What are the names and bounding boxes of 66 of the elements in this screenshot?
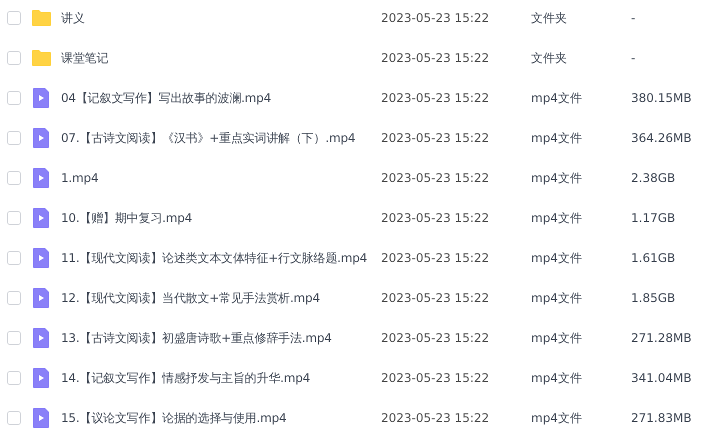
modified-date: 2023-05-23 15:22 — [381, 210, 490, 227]
file-type: 文件夹 — [531, 50, 568, 67]
video-file-icon — [32, 328, 51, 348]
file-type: mp4文件 — [531, 330, 583, 347]
file-name[interactable]: 11.【现代文阅读】论述类文本文体特征+行文脉络题.mp4 — [61, 249, 381, 267]
file-name[interactable]: 07.【古诗文阅读】《汉书》+重点实词讲解（下）.mp4 — [61, 129, 381, 147]
modified-date: 2023-05-23 15:22 — [381, 290, 490, 307]
folder-icon — [32, 8, 51, 28]
file-type: mp4文件 — [531, 370, 583, 387]
checkbox[interactable] — [7, 211, 21, 225]
checkbox[interactable] — [7, 291, 21, 305]
file-name[interactable]: 15.【议论文写作】论据的选择与使用.mp4 — [61, 409, 381, 427]
checkbox[interactable] — [7, 251, 21, 265]
video-file-icon — [32, 408, 51, 428]
checkbox[interactable] — [7, 11, 21, 25]
video-file-icon — [32, 88, 51, 108]
video-file-icon — [32, 288, 51, 308]
video-file-icon — [32, 168, 51, 188]
file-size: 1.17GB — [631, 210, 676, 227]
modified-date: 2023-05-23 15:22 — [381, 410, 490, 427]
checkbox[interactable] — [7, 131, 21, 145]
modified-date: 2023-05-23 15:22 — [381, 250, 490, 267]
file-type: 文件夹 — [531, 10, 568, 27]
modified-date: 2023-05-23 15:22 — [381, 130, 490, 147]
file-size: 2.38GB — [631, 170, 676, 187]
file-type: mp4文件 — [531, 410, 583, 427]
folder-icon — [32, 48, 51, 68]
video-file-icon — [32, 128, 51, 148]
file-type: mp4文件 — [531, 250, 583, 267]
checkbox[interactable] — [7, 371, 21, 385]
file-type: mp4文件 — [531, 130, 583, 147]
video-file-icon — [32, 248, 51, 268]
file-size: 364.26MB — [631, 130, 692, 147]
file-size: 271.83MB — [631, 410, 692, 427]
checkbox[interactable] — [7, 171, 21, 185]
file-name[interactable]: 12.【现代文阅读】当代散文+常见手法赏析.mp4 — [61, 289, 381, 307]
file-size: 341.04MB — [631, 370, 692, 387]
checkbox[interactable] — [7, 331, 21, 345]
video-file-icon — [32, 208, 51, 228]
checkbox[interactable] — [7, 51, 21, 65]
file-size: 1.61GB — [631, 250, 676, 267]
file-name[interactable]: 1.mp4 — [61, 169, 381, 187]
file-size: 380.15MB — [631, 90, 692, 107]
file-name[interactable]: 14.【记叙文写作】情感抒发与主旨的升华.mp4 — [61, 369, 381, 387]
file-size: - — [631, 10, 636, 27]
file-type: mp4文件 — [531, 90, 583, 107]
file-name[interactable]: 10.【赠】期中复习.mp4 — [61, 209, 381, 227]
video-file-icon — [32, 368, 51, 388]
file-name[interactable]: 13.【古诗文阅读】初盛唐诗歌+重点修辞手法.mp4 — [61, 329, 381, 347]
modified-date: 2023-05-23 15:22 — [381, 330, 490, 347]
modified-date: 2023-05-23 15:22 — [381, 370, 490, 387]
file-type: mp4文件 — [531, 170, 583, 187]
modified-date: 2023-05-23 15:22 — [381, 170, 490, 187]
file-size: 271.28MB — [631, 330, 692, 347]
file-name[interactable]: 课堂笔记 — [61, 49, 381, 67]
file-type: mp4文件 — [531, 210, 583, 227]
modified-date: 2023-05-23 15:22 — [381, 10, 490, 27]
modified-date: 2023-05-23 15:22 — [381, 50, 490, 67]
file-type: mp4文件 — [531, 290, 583, 307]
file-name[interactable]: 04【记叙文写作】写出故事的波澜.mp4 — [61, 89, 381, 107]
file-size: 1.85GB — [631, 290, 676, 307]
checkbox[interactable] — [7, 411, 21, 425]
file-name[interactable]: 讲义 — [61, 9, 381, 27]
modified-date: 2023-05-23 15:22 — [381, 90, 490, 107]
file-size: - — [631, 50, 636, 67]
checkbox[interactable] — [7, 91, 21, 105]
